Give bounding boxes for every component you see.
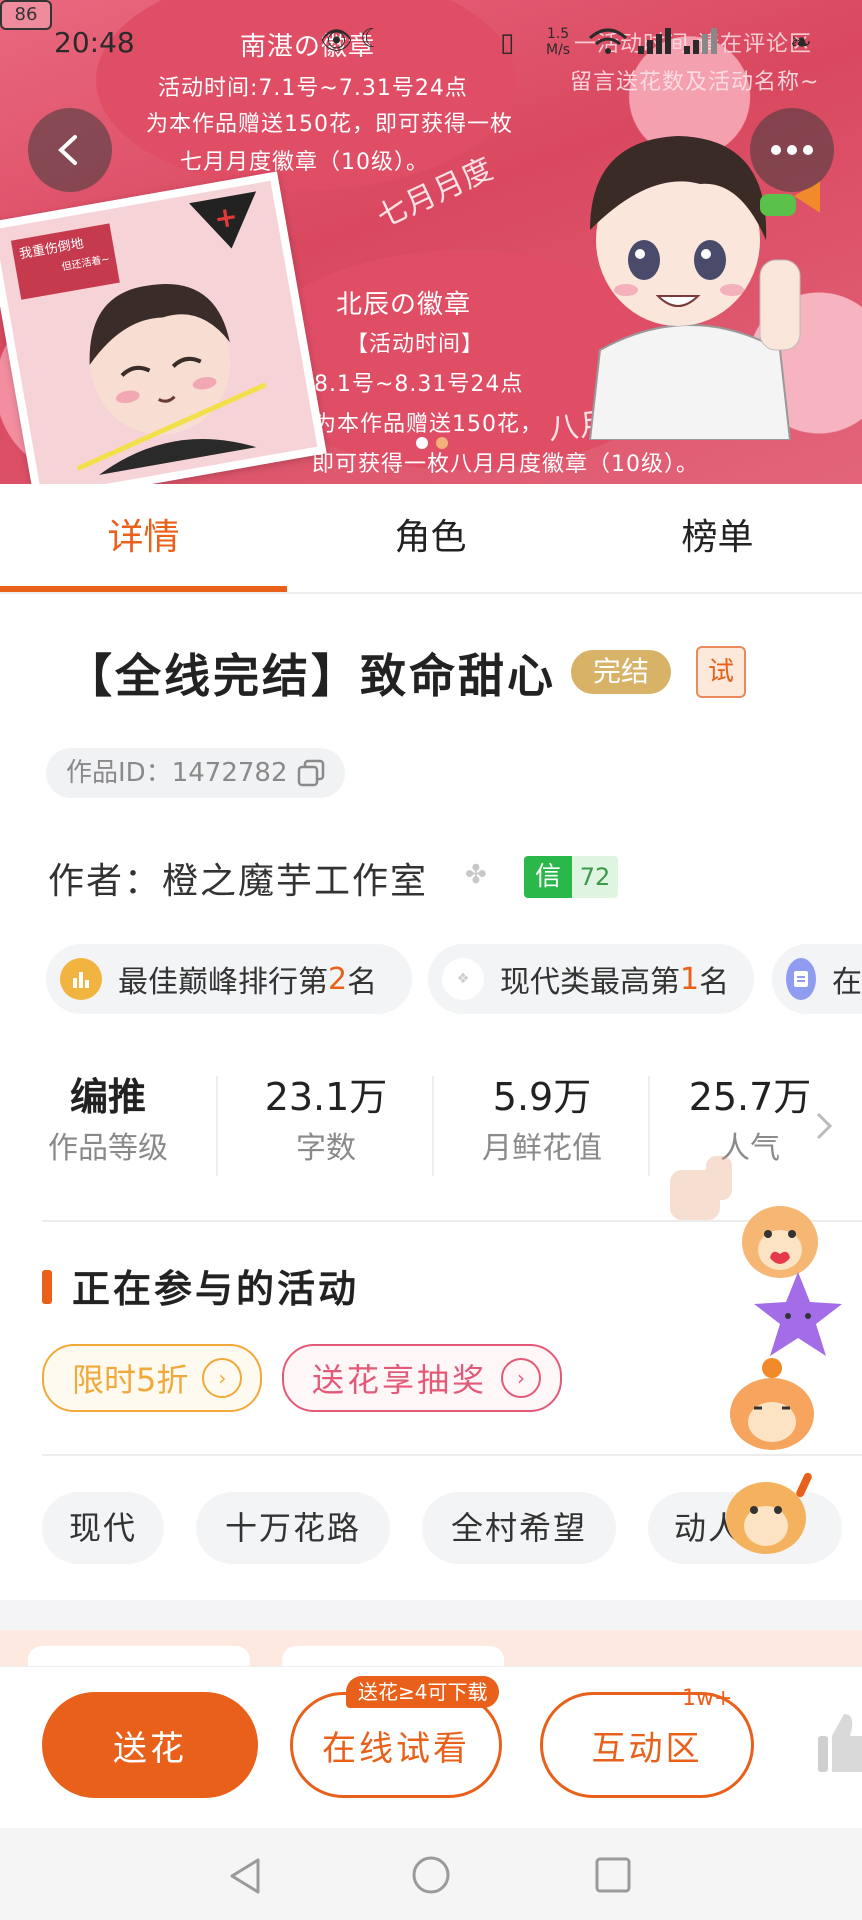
leaf-icon: ❧ <box>790 28 812 58</box>
next-section-peek <box>0 1630 862 1676</box>
rank-pill-number: 2 <box>328 961 348 997</box>
carousel-dots <box>412 434 452 453</box>
rank-pill-number: 1 <box>680 961 700 997</box>
stat-value: 编推 <box>69 1075 146 1119</box>
net-speed-value: 1.5 <box>546 26 570 42</box>
august-time: 8.1号~8.31号24点 <box>314 372 524 397</box>
rank-pill-text: 现代类最高第 <box>500 965 680 1000</box>
tab-active-indicator <box>0 586 287 592</box>
work-id-chip[interactable]: 作品ID：1472782 <box>46 748 346 798</box>
battery-indicator: 86 <box>0 0 52 30</box>
author-line[interactable]: 作者：橙之魔芋工作室 <box>48 852 428 904</box>
trust-value: 72 <box>572 856 618 898</box>
more-button[interactable] <box>750 108 834 192</box>
tab-bar: 详情 角色 榜单 <box>0 484 862 594</box>
rank-pill-suffix: 名 <box>699 965 730 1000</box>
section-gap <box>0 1600 862 1630</box>
trial-badge: 试 <box>696 646 746 698</box>
divider <box>42 1454 862 1456</box>
bar-chart-icon <box>60 958 102 1000</box>
signal-icon-2 <box>684 28 717 54</box>
rank-pill-peak[interactable]: 最佳巅峰排行第 2 名 <box>46 944 412 1014</box>
send-flower-button[interactable]: 送花 <box>42 1692 258 1798</box>
nav-back-icon[interactable] <box>226 1856 266 1896</box>
work-id-text: 作品ID：1472782 <box>66 758 288 788</box>
back-button[interactable] <box>28 108 112 192</box>
avatar-card: 我重伤倒地 但还活着~ + <box>0 171 327 484</box>
chevron-right-icon[interactable] <box>814 1110 836 1142</box>
status-time: 20:48 <box>54 26 135 59</box>
trust-label: 信 <box>524 856 572 898</box>
tab-details[interactable]: 详情 <box>0 484 287 592</box>
clover-icon: ✤ <box>465 860 487 890</box>
july-desc-2: 七月月度徽章（10级）。 <box>180 150 429 175</box>
vibrate-icon: ▯ <box>500 28 515 58</box>
eye-icon: 👁 <box>320 26 354 56</box>
tab-ranking[interactable]: 榜单 <box>574 484 861 592</box>
nav-home-icon[interactable] <box>410 1854 452 1896</box>
rank-pill-more[interactable]: 在 <box>772 944 862 1014</box>
hamster-cheer-sticker-icon <box>730 1358 814 1450</box>
carousel-dot <box>436 437 448 449</box>
status-badge: 完结 <box>571 650 671 694</box>
tab-roles[interactable]: 角色 <box>287 484 574 592</box>
thumbs-up-icon[interactable] <box>814 1708 862 1780</box>
stat-value: 5.9万 <box>492 1075 592 1119</box>
activities-title: 正在参与的活动 <box>72 1267 360 1311</box>
activity-label: 送花享抽奖 <box>312 1361 488 1399</box>
chibi-portrait-icon <box>76 283 267 475</box>
tag-modern[interactable]: 现代 <box>42 1492 164 1564</box>
rank-pill-text: 在 <box>832 965 862 1000</box>
system-nav-bar <box>0 1828 862 1920</box>
rank-pill-suffix: 名 <box>347 965 378 1000</box>
july-desc-1: 为本作品赠送150花，即可获得一枚 <box>146 112 513 137</box>
signal-icon-1 <box>638 28 671 54</box>
download-hint-badge: 送花≥4可下载 <box>346 1676 500 1708</box>
stat-value: 23.1万 <box>264 1075 388 1119</box>
net-speed: 1.5 M/s <box>546 26 570 58</box>
tag-village-hope[interactable]: 全村希望 <box>422 1492 616 1564</box>
july-time: 活动时间:7.1号~7.31号24点 <box>158 76 468 101</box>
chevron-left-icon <box>58 135 77 165</box>
stat-level: 编推 作品等级 <box>0 1070 216 1174</box>
rank-pill-category[interactable]: ❖ 现代类最高第 1 名 <box>428 944 754 1014</box>
activity-discount-button[interactable]: 限时5折 › <box>42 1344 262 1412</box>
chevron-right-icon: › <box>202 1358 243 1398</box>
work-title: 【全线完结】致命甜心 <box>66 649 556 703</box>
tag-flower-road[interactable]: 十万花路 <box>196 1492 390 1564</box>
august-time-label: 【活动时间】 <box>346 332 485 357</box>
interaction-count: 1w+ <box>682 1686 733 1711</box>
activity-label: 限时5折 <box>72 1361 189 1399</box>
july-badge-title: 南湛の徽章 <box>240 32 376 62</box>
moon-icon: ☾ <box>360 24 384 54</box>
more-dots-icon <box>771 145 813 155</box>
august-badge-title: 北辰の徽章 <box>336 290 472 320</box>
purple-star-sticker-icon <box>754 1272 842 1356</box>
stat-label: 作品等级 <box>48 1131 168 1166</box>
category-logo-icon: ❖ <box>442 958 484 1000</box>
work-cover-banner: 南湛の徽章 活动时间:7.1号~7.31号24点 为本作品赠送150花，即可获得… <box>0 0 862 484</box>
stat-label: 字数 <box>296 1131 356 1166</box>
stat-word-count: 23.1万 字数 <box>218 1070 434 1174</box>
nav-recent-apps-icon[interactable] <box>594 1856 632 1894</box>
trust-badge: 信 72 <box>524 856 618 898</box>
rank-pill-text: 最佳巅峰排行第 <box>118 965 328 1000</box>
section-marker <box>42 1270 52 1304</box>
corner-text-2: 留言送花数及活动名称~ <box>570 70 820 95</box>
hamster-wave-sticker-icon <box>726 1472 812 1554</box>
chevron-right-icon: › <box>501 1358 542 1398</box>
stat-monthly-flowers: 5.9万 月鲜花值 <box>434 1070 650 1174</box>
document-icon <box>786 958 816 1000</box>
wifi-icon <box>589 28 627 54</box>
activity-lottery-button[interactable]: 送花享抽奖 › <box>282 1344 562 1412</box>
copy-icon[interactable] <box>297 759 325 787</box>
net-speed-unit: M/s <box>546 42 571 58</box>
august-desc-2: 即可获得一枚八月月度徽章（10级）。 <box>312 452 699 477</box>
carousel-dot-active <box>416 437 428 449</box>
stat-label: 月鲜花值 <box>482 1131 602 1166</box>
